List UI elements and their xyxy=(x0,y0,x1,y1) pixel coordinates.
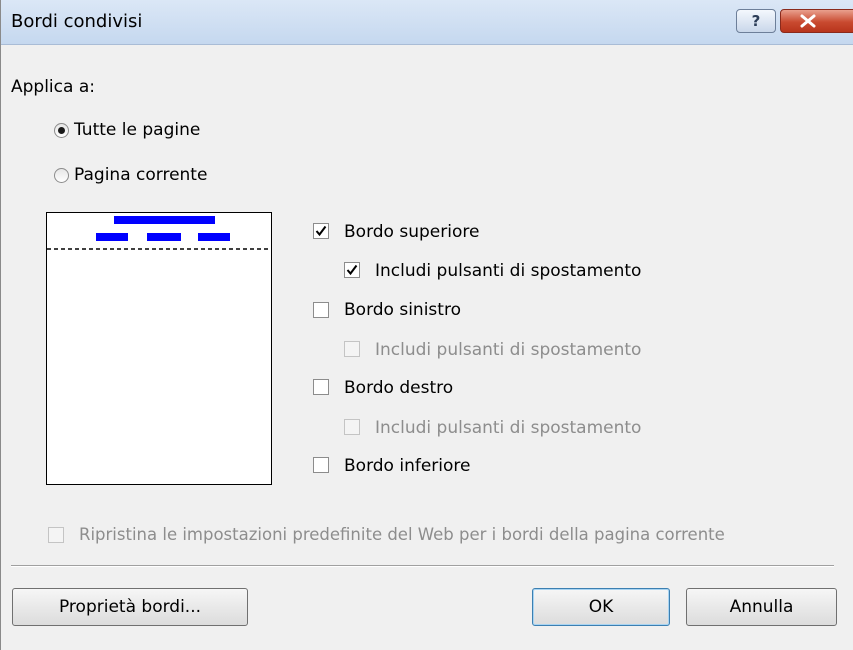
radio-all-pages-label[interactable]: Tutte le pagine xyxy=(74,120,200,140)
ok-button[interactable]: OK xyxy=(532,588,670,626)
reset-web-defaults-label: Ripristina le impostazioni predefinite d… xyxy=(79,525,725,544)
cancel-button[interactable]: Annulla xyxy=(686,588,837,626)
left-nav-buttons-label: Includi pulsanti di spostamento xyxy=(375,340,642,360)
radio-current-page[interactable] xyxy=(54,168,69,183)
preview-top-banner xyxy=(114,216,215,224)
checkbox-top-border[interactable] xyxy=(313,223,329,239)
right-nav-buttons-label: Includi pulsanti di spostamento xyxy=(375,418,642,438)
preview-nav-button xyxy=(198,233,230,241)
check-icon xyxy=(346,264,358,276)
question-icon: ? xyxy=(751,12,761,30)
apply-to-label: Applica a: xyxy=(11,77,95,97)
radio-current-page-label[interactable]: Pagina corrente xyxy=(74,165,207,185)
close-button[interactable] xyxy=(780,9,853,33)
radio-all-pages[interactable] xyxy=(54,123,69,138)
border-preview xyxy=(46,212,272,485)
top-border-label[interactable]: Bordo superiore xyxy=(344,222,479,242)
left-border-label[interactable]: Bordo sinistro xyxy=(344,300,461,320)
preview-nav-button xyxy=(147,233,181,241)
checkbox-left-nav-buttons xyxy=(344,341,360,357)
bottom-border-label[interactable]: Bordo inferiore xyxy=(344,456,470,476)
checkbox-bottom-border[interactable] xyxy=(313,457,329,473)
separator xyxy=(11,565,834,567)
right-border-label[interactable]: Bordo destro xyxy=(344,378,453,398)
checkbox-reset-web-defaults xyxy=(48,527,64,543)
shared-borders-dialog: Bordi condivisi ? Applica a: Tutte le pa… xyxy=(0,0,853,650)
help-button[interactable]: ? xyxy=(736,9,776,33)
border-properties-button[interactable]: Proprietà bordi... xyxy=(12,588,248,626)
check-icon xyxy=(315,225,327,237)
checkbox-top-nav-buttons[interactable] xyxy=(344,262,360,278)
radio-selected-dot xyxy=(58,127,65,134)
title-bar[interactable]: Bordi condivisi ? xyxy=(1,0,853,45)
preview-drawing xyxy=(47,216,271,250)
checkbox-right-border[interactable] xyxy=(313,379,329,395)
checkbox-left-border[interactable] xyxy=(313,302,329,318)
close-x-icon xyxy=(800,14,816,28)
checkbox-right-nav-buttons xyxy=(344,419,360,435)
window-title: Bordi condivisi xyxy=(11,11,143,32)
top-nav-buttons-label[interactable]: Includi pulsanti di spostamento xyxy=(375,261,641,281)
preview-nav-button xyxy=(96,233,128,241)
